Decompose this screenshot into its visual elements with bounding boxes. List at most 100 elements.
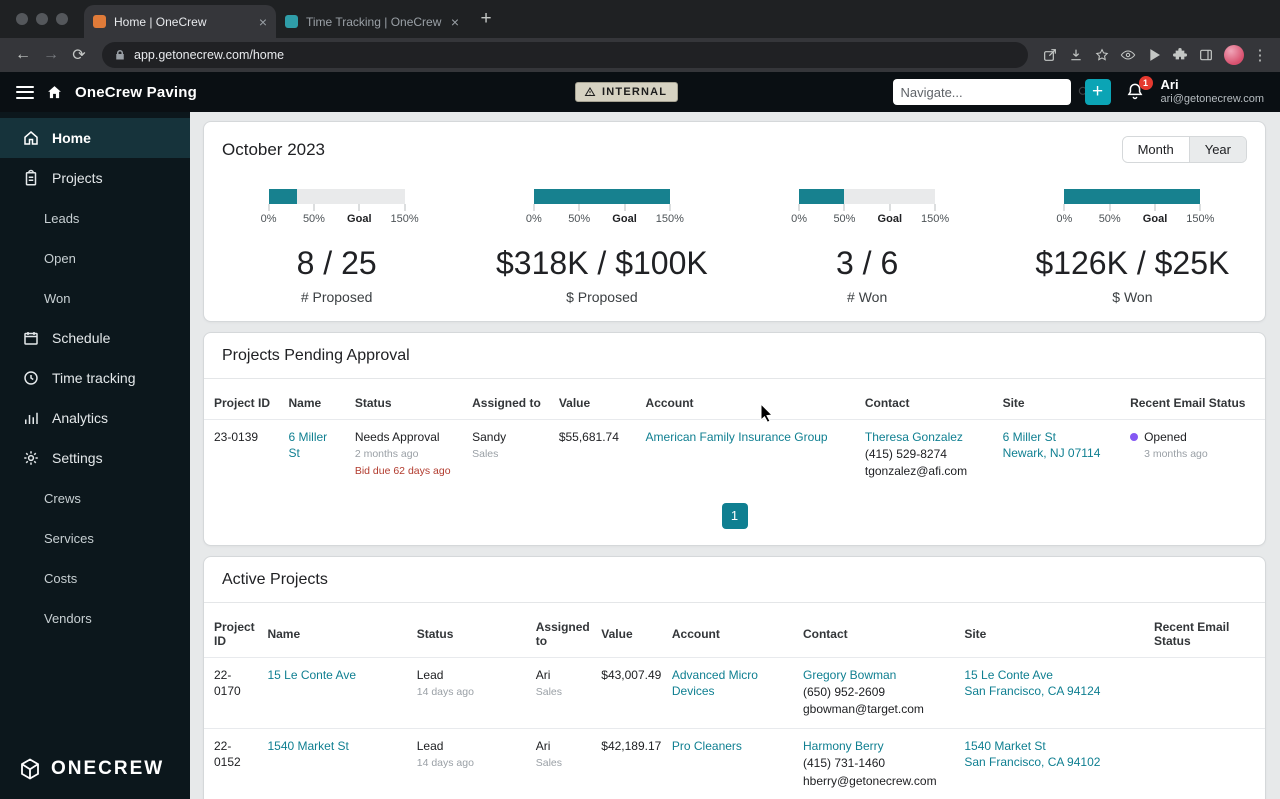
table-cell: Theresa Gonzalez (415) 529-8274 tgonzalez@…: [856, 418, 995, 491]
gauge-value: 8 / 25: [296, 245, 377, 281]
hamburger-menu-icon[interactable]: [16, 85, 34, 99]
navigate-search[interactable]: [892, 79, 1089, 105]
table-cell: [1145, 728, 1265, 799]
table-cell: 6 Miller St: [280, 418, 347, 491]
tab-close-icon[interactable]: ×: [259, 14, 267, 30]
open-in-icon[interactable]: [1038, 43, 1062, 67]
tab-favicon-icon: [285, 15, 298, 28]
sidebar-nav: Home Projects Leads Open Won Schedule Time tra…: [0, 118, 190, 638]
stats-card: October 2023 Month Year 0% 50% Goal 150% 8 / …: [203, 121, 1266, 322]
email-status: Opened: [1144, 430, 1187, 444]
browser-menu-icon[interactable]: ⋮: [1250, 46, 1270, 64]
side-panel-icon[interactable]: [1194, 43, 1218, 67]
tab-close-icon[interactable]: ×: [451, 14, 459, 30]
toggle-year[interactable]: Year: [1189, 137, 1246, 162]
gauge-tick-label: 0%: [1056, 213, 1073, 225]
project-value: $43,007.49: [601, 667, 662, 682]
sidebar: Home Projects Leads Open Won Schedule Time tra…: [0, 112, 190, 799]
sidebar-item-time-tracking[interactable]: Time tracking: [0, 358, 190, 398]
table-cell: $42,189.17: [593, 728, 664, 799]
sidebar-item-crews[interactable]: Crews: [0, 478, 190, 518]
gauge-track: [1064, 189, 1201, 204]
account-link[interactable]: Pro Cleaners: [672, 739, 742, 753]
zoom-window-button[interactable]: [56, 13, 68, 25]
gauge-tick-label: 50%: [568, 213, 591, 225]
sidebar-item-costs[interactable]: Costs: [0, 558, 190, 598]
sidebar-item-services[interactable]: Services: [0, 518, 190, 558]
add-button[interactable]: +: [1084, 79, 1111, 105]
projects-icon: [22, 169, 40, 187]
goal-gauge: 0% 50% Goal 150% $318K / $100K $ Proposed: [469, 189, 734, 305]
sidebar-item-settings[interactable]: Settings: [0, 438, 190, 478]
close-window-button[interactable]: [16, 13, 28, 25]
new-tab-button[interactable]: +: [472, 5, 500, 33]
app-home-icon[interactable]: [46, 84, 63, 101]
sidebar-item-home[interactable]: Home: [0, 118, 190, 158]
table-cell: Lead 14 days ago: [408, 656, 528, 729]
status-ago: 14 days ago: [416, 757, 474, 770]
site-link[interactable]: 1540 Market St San Francisco, CA 94102: [964, 739, 1100, 769]
sidebar-item-analytics[interactable]: Analytics: [0, 398, 190, 438]
reload-button[interactable]: ⟳: [66, 45, 92, 65]
sidebar-item-leads[interactable]: Leads: [0, 198, 190, 238]
table-row: 22-0152 1540 Market St Lead 14 days ago Ari S…: [204, 728, 1265, 799]
gear-icon: [22, 449, 40, 467]
page-1-button[interactable]: 1: [721, 502, 748, 529]
download-icon[interactable]: [1064, 43, 1088, 67]
toggle-month[interactable]: Month: [1122, 137, 1190, 162]
extensions-puzzle-icon[interactable]: [1168, 43, 1192, 67]
project-name-link[interactable]: 6 Miller St: [289, 430, 328, 460]
site-link[interactable]: 15 Le Conte Ave San Francisco, CA 94124: [964, 668, 1100, 698]
browser-tab[interactable]: Time Tracking | OneCrew ×: [276, 5, 468, 38]
column-header: Status: [354, 396, 392, 410]
address-bar[interactable]: app.getonecrew.com/home: [102, 42, 1028, 68]
gauge-label: # Proposed: [300, 289, 373, 305]
gauge-tick-label: 0%: [525, 213, 542, 225]
notifications-button[interactable]: 1: [1125, 76, 1153, 103]
gauge-track: [268, 189, 405, 204]
contact-phone: (650) 952-2609: [802, 684, 886, 699]
sidebar-item-schedule[interactable]: Schedule: [0, 318, 190, 358]
project-name-link[interactable]: 15 Le Conte Ave: [267, 668, 356, 682]
contact-name-link[interactable]: Theresa Gonzalez: [865, 430, 963, 444]
back-button[interactable]: ←: [10, 46, 36, 64]
onecrew-logo: ONECREW: [0, 757, 190, 799]
minimize-window-button[interactable]: [36, 13, 48, 25]
project-name-link[interactable]: 1540 Market St: [267, 739, 348, 753]
contact-name-link[interactable]: Gregory Bowman: [803, 668, 896, 682]
site-link[interactable]: 6 Miller St Newark, NJ 07114: [1003, 430, 1101, 460]
url-text[interactable]: app.getonecrew.com/home: [134, 48, 284, 62]
user-menu[interactable]: Ari ari@getonecrew.com: [1161, 77, 1265, 107]
pending-table-mount: Project ID Name Status Assigned to Value Acco…: [204, 379, 1265, 491]
tab-strip-tabs: Home | OneCrew × Time Tracking | OneCrew ×: [84, 0, 468, 38]
main-content: October 2023 Month Year 0% 50% Goal 150% 8 / …: [190, 112, 1280, 799]
forward-button[interactable]: →: [38, 46, 64, 64]
lock-icon[interactable]: [114, 49, 126, 61]
bookmark-star-icon[interactable]: [1090, 43, 1114, 67]
gauge-tick-label: Goal: [1142, 213, 1168, 225]
account-link[interactable]: American Family Insurance Group: [646, 430, 828, 444]
status-ago: 2 months ago: [354, 448, 419, 461]
table-cell: 1540 Market St: [259, 728, 409, 799]
assigned-name: Sandy: [472, 430, 507, 444]
account-link[interactable]: Advanced Micro Devices: [672, 668, 758, 698]
extension-play-icon[interactable]: [1142, 43, 1166, 67]
sidebar-item-open[interactable]: Open: [0, 238, 190, 278]
contact-name-link[interactable]: Harmony Berry: [803, 739, 884, 753]
gauge-fill: [533, 189, 670, 204]
column-header: Assigned to: [472, 396, 541, 410]
onecrew-logo-text: ONECREW: [51, 758, 165, 779]
column-header: Recent Email Status: [1130, 396, 1246, 410]
sidebar-item-won[interactable]: Won: [0, 278, 190, 318]
gauge-value: $126K / $25K: [1035, 245, 1230, 281]
column-header: Account: [671, 626, 720, 641]
extension-eye-icon[interactable]: [1116, 43, 1140, 67]
tab-title: Time Tracking | OneCrew: [306, 14, 442, 29]
profile-avatar[interactable]: [1224, 45, 1244, 65]
sidebar-item-vendors[interactable]: Vendors: [0, 598, 190, 638]
column-header: Assigned to: [535, 619, 590, 648]
email-status-dot-icon: [1130, 433, 1139, 442]
navigate-search-input[interactable]: [900, 84, 1077, 100]
sidebar-item-projects[interactable]: Projects: [0, 158, 190, 198]
browser-tab[interactable]: Home | OneCrew ×: [84, 5, 276, 38]
